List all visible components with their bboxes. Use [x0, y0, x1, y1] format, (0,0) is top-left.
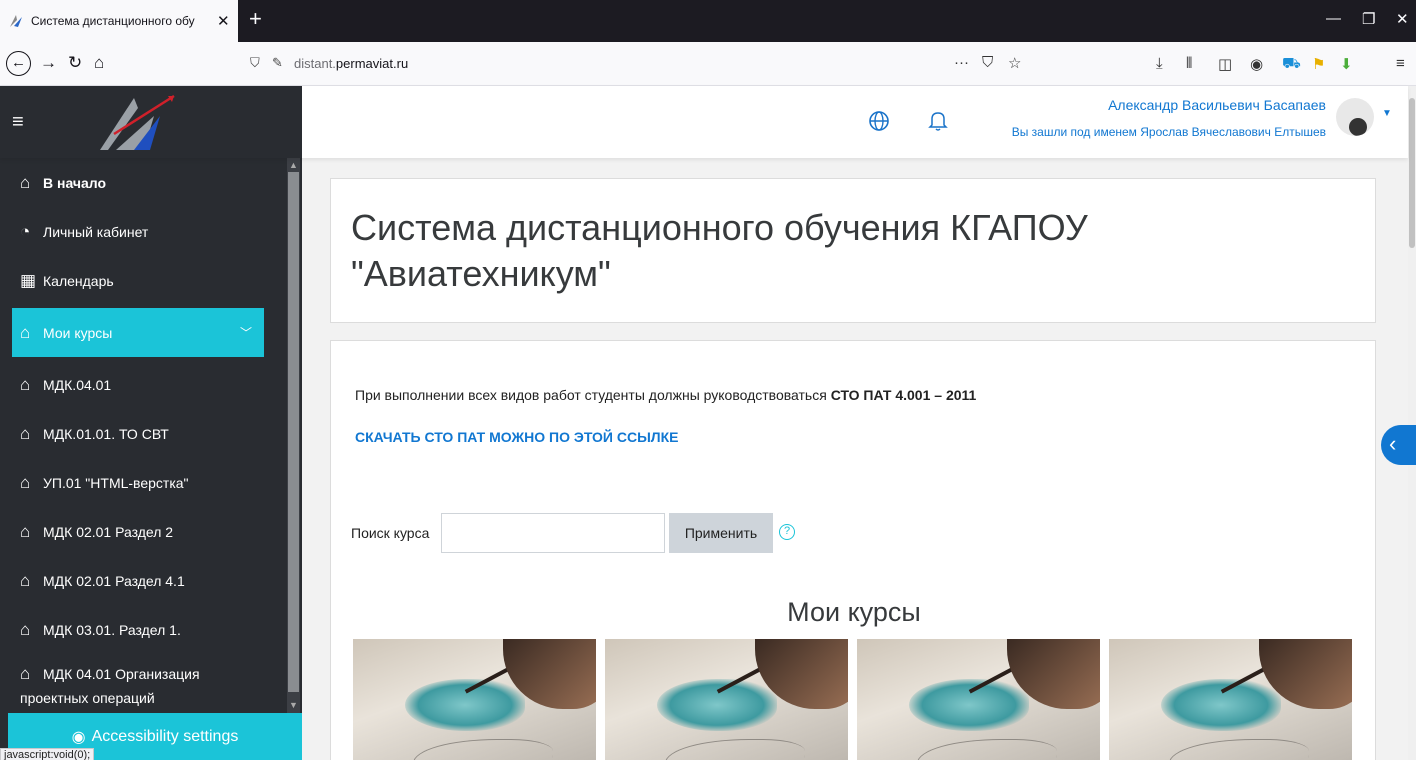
- downloads-icon[interactable]: ⤓: [1156, 55, 1163, 72]
- graduation-cap-icon: ⌂: [20, 521, 31, 541]
- browser-tab-strip: Система дистанционного обу ✕ + — ❐ ✕: [0, 0, 1416, 42]
- sidebar-item-course[interactable]: ⌂ МДК 03.01. Раздел 1.: [0, 605, 287, 654]
- home-icon: ⌂: [20, 172, 31, 192]
- course-search-input[interactable]: [441, 513, 665, 553]
- page-scrollbar[interactable]: [1408, 86, 1416, 760]
- browser-tab[interactable]: Система дистанционного обу ✕: [0, 0, 238, 42]
- page-header-card: Система дистанционного обучения КГАПОУ "…: [330, 178, 1376, 323]
- site-info-icon[interactable]: ✎: [272, 55, 283, 71]
- site-header: ≡ Александр Васильевич Басапаев Вы зашли…: [0, 86, 1408, 158]
- page-actions-icon[interactable]: ···: [954, 54, 969, 71]
- course-card-image[interactable]: [857, 639, 1100, 760]
- url-text: distant.permaviat.ru: [294, 56, 409, 71]
- course-card-image[interactable]: [1109, 639, 1352, 760]
- tracking-shield-icon[interactable]: ⛉: [250, 55, 260, 71]
- graduation-cap-icon: ⌂: [20, 664, 31, 683]
- apply-button[interactable]: Применить: [669, 513, 773, 553]
- sidebar-item-course[interactable]: ⌂ МДК.01.01. ТО СВТ: [0, 409, 287, 458]
- sidebar-scrollbar-thumb[interactable]: [288, 172, 299, 692]
- download-extension-icon[interactable]: ⬇: [1340, 55, 1353, 73]
- sidebar-item-course[interactable]: ⌂ УП.01 "HTML-верстка": [0, 458, 287, 507]
- graduation-cap-icon: ⌂: [20, 619, 31, 639]
- graduation-cap-icon: ⌂: [20, 374, 31, 394]
- sidebar-item-label: МДК.04.01: [43, 376, 112, 393]
- browser-status-link: javascript:void(0);: [0, 748, 95, 760]
- home-page-icon[interactable]: ⌂: [94, 53, 104, 73]
- sidebar-item-label-line2: проектных операций: [20, 690, 155, 706]
- download-standard-link[interactable]: СКАЧАТЬ СТО ПАТ МОЖНО ПО ЭТОЙ ССЫЛКЕ: [355, 429, 679, 445]
- sidebar-item-label: МДК 02.01 Раздел 2: [43, 523, 174, 540]
- page-title: Система дистанционного обучения КГАПОУ "…: [351, 207, 1088, 294]
- new-tab-icon[interactable]: +: [249, 8, 262, 30]
- sidebar-item-label: В начало: [43, 174, 107, 191]
- back-icon[interactable]: ←: [6, 51, 31, 76]
- scroll-down-icon[interactable]: ▼: [289, 700, 298, 710]
- user-menu-caret-icon[interactable]: ▼: [1382, 108, 1392, 119]
- reload-icon[interactable]: ↻: [68, 53, 82, 73]
- my-courses-heading: Мои курсы: [787, 597, 921, 627]
- course-card-image[interactable]: [353, 639, 596, 760]
- course-search-label: Поиск курса: [351, 525, 430, 541]
- front-page-card: При выполнении всех видов работ студенты…: [330, 340, 1376, 760]
- sidebar-item-label: МДК.01.01. ТО СВТ: [43, 425, 169, 442]
- hamburger-menu-icon[interactable]: ≡: [12, 112, 24, 132]
- menu-icon[interactable]: ≡: [1396, 55, 1405, 72]
- help-icon[interactable]: ?: [779, 524, 795, 540]
- sidebar-item-label: Календарь: [43, 272, 114, 289]
- notifications-bell-icon[interactable]: [928, 110, 948, 132]
- site-favicon-icon: [10, 15, 22, 27]
- main-content: Система дистанционного обучения КГАПОУ "…: [302, 158, 1408, 760]
- tab-title: Система дистанционного обу: [31, 14, 195, 28]
- graduation-cap-icon: ⌂: [20, 570, 31, 590]
- forward-icon[interactable]: →: [40, 53, 57, 73]
- course-card-image[interactable]: [605, 639, 848, 760]
- close-window-icon[interactable]: ✕: [1396, 10, 1409, 28]
- graduation-cap-icon: ⌂: [20, 472, 31, 492]
- extension-icon[interactable]: ◉: [1250, 55, 1263, 73]
- url-bar[interactable]: ⛉ ✎ distant.permaviat.ru ··· ⛉ ☆: [242, 49, 1050, 79]
- notice-standard: СТО ПАТ 4.001 – 2011: [830, 387, 977, 403]
- nav-drawer: ⌂ В начало ◔ Личный кабинет ▦ Календарь …: [0, 158, 302, 760]
- header-left: ≡: [0, 86, 302, 158]
- language-globe-icon[interactable]: [868, 110, 890, 132]
- sidebar-item-calendar[interactable]: ▦ Календарь: [0, 256, 287, 305]
- accessibility-icon: ◉: [71, 728, 86, 746]
- sidebar-toggle-icon[interactable]: ◫: [1218, 55, 1232, 73]
- sidebar-item-course[interactable]: ⌂ МДК 04.01 Организация проектных операц…: [0, 654, 287, 712]
- browser-toolbar: ← → ↻ ⌂ ⛉ ✎ distant.permaviat.ru ··· ⛉ ☆…: [0, 42, 1416, 86]
- sidebar-item-label: МДК 02.01 Раздел 4.1: [43, 572, 185, 589]
- sidebar-item-label: УП.01 "HTML-верстка": [43, 474, 189, 491]
- sidebar-item-course[interactable]: ⌂ МДК.04.01: [0, 360, 287, 409]
- restore-icon[interactable]: ❐: [1362, 10, 1375, 28]
- sidebar-item-label: МДК 03.01. Раздел 1.: [43, 621, 181, 638]
- dashboard-icon: ◔: [20, 221, 31, 241]
- sidebar-item-course[interactable]: ⌂ МДК 02.01 Раздел 4.1: [0, 556, 287, 605]
- sidebar-item-home[interactable]: ⌂ В начало: [0, 158, 287, 207]
- scroll-up-icon[interactable]: ▲: [289, 160, 298, 170]
- nav-list: ⌂ В начало ◔ Личный кабинет ▦ Календарь …: [0, 158, 287, 713]
- sidebar-item-label: Мои курсы: [43, 324, 113, 341]
- library-icon[interactable]: ⫴: [1186, 55, 1192, 72]
- user-name[interactable]: Александр Васильевич Басапаев: [1108, 97, 1326, 113]
- flag-extension-icon[interactable]: ⚑: [1312, 55, 1325, 73]
- site-logo[interactable]: [94, 94, 176, 152]
- close-tab-icon[interactable]: ✕: [217, 12, 230, 30]
- avatar[interactable]: [1336, 98, 1374, 136]
- pocket-icon[interactable]: ⛉: [982, 54, 993, 71]
- sidebar-item-label: Личный кабинет: [43, 223, 149, 240]
- minimize-icon[interactable]: —: [1326, 10, 1341, 27]
- sidebar-item-label: МДК 04.01 Организация: [43, 666, 200, 682]
- logged-in-as-text[interactable]: Вы зашли под именем Ярослав Вячеславович…: [1012, 125, 1326, 139]
- bookmark-star-icon[interactable]: ☆: [1008, 54, 1021, 72]
- graduation-cap-icon: ⌂: [20, 423, 31, 443]
- sidebar-item-dashboard[interactable]: ◔ Личный кабинет: [0, 207, 287, 256]
- sidebar-item-my-courses[interactable]: ⌂ Мои курсы ﹀: [12, 308, 264, 357]
- chevron-down-icon[interactable]: ﹀: [240, 324, 252, 341]
- notice-text: При выполнении всех видов работ студенты…: [355, 387, 977, 403]
- cart-extension-icon[interactable]: ⛟: [1282, 55, 1301, 74]
- sidebar-item-course[interactable]: ⌂ МДК 02.01 Раздел 2: [0, 507, 287, 556]
- blocks-drawer-toggle-chevron-left-icon[interactable]: ‹: [1381, 425, 1416, 465]
- calendar-icon: ▦: [20, 270, 37, 290]
- graduation-cap-icon: ⌂: [20, 322, 31, 342]
